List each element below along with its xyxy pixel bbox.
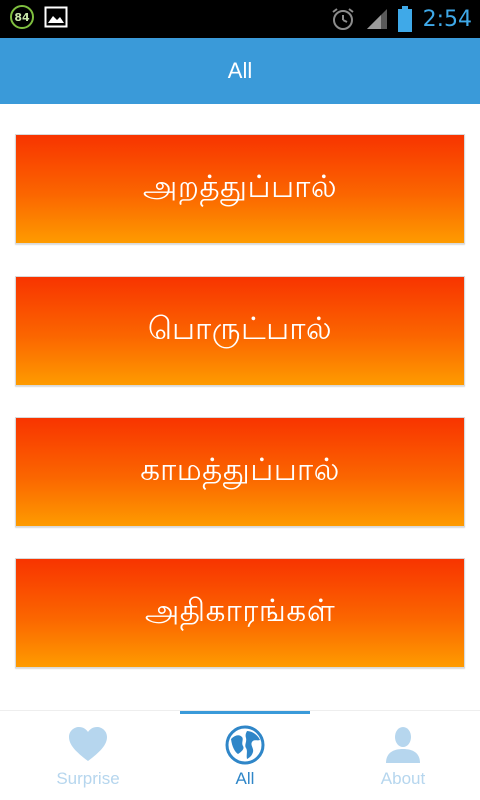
person-icon [386,727,420,763]
signal-icon [366,9,387,29]
menu-button-porutpal[interactable]: பொருட்பால் [15,276,465,386]
notification-counter-icon: 84 [10,5,34,29]
notification-count: 84 [14,10,30,24]
menu-button-label: காமத்துப்பால் [140,452,340,488]
app-screen: 84 2:54 All அறத்துப்பால் பொருட்பால் காமத… [0,0,480,800]
heart-icon [69,727,107,761]
menu-button-athikarangal[interactable]: அதிகாரங்கள் [15,558,465,668]
alarm-icon [331,8,354,30]
nav-tab-surprise[interactable]: Surprise [8,711,168,800]
menu-button-label: பொருட்பால் [147,311,333,347]
menu-button-arathuppal[interactable]: அறத்துப்பால் [15,134,465,244]
content-area: அறத்துப்பால் பொருட்பால் காமத்துப்பால் அத… [0,104,480,710]
nav-tab-about[interactable]: About [323,711,480,800]
globe-icon [225,725,265,765]
battery-icon [397,6,412,32]
app-bar: All [0,38,480,104]
menu-button-label: அறத்துப்பால் [142,169,338,205]
bottom-navigation: Surprise All About [0,710,480,800]
nav-tab-all[interactable]: All [165,711,325,800]
status-bar-left: 84 [10,5,68,29]
status-bar: 84 2:54 [0,0,480,38]
status-bar-right: 2:54 [330,3,472,35]
nav-tab-label: About [380,769,426,788]
status-clock: 2:54 [422,6,472,32]
nav-tab-label: Surprise [56,769,120,788]
nav-tab-label: All [235,769,255,788]
page-title: All [227,58,253,83]
gallery-icon [44,6,68,28]
menu-button-label: அதிகாரங்கள் [144,593,336,629]
active-tab-indicator [180,711,310,714]
menu-button-kamathuppal[interactable]: காமத்துப்பால் [15,417,465,527]
